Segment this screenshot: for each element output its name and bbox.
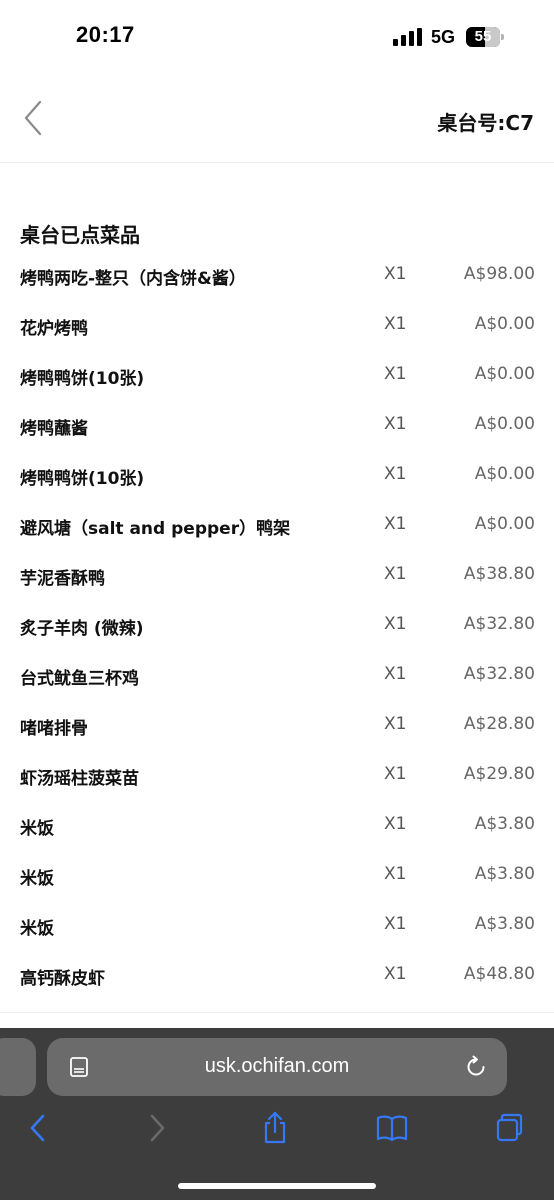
page-header: 桌台号:C7 xyxy=(0,70,554,163)
item-quantity: X1 xyxy=(384,864,407,884)
chevron-left-icon xyxy=(30,1114,45,1142)
order-row: 啫啫排骨 X1 A$28.80 xyxy=(0,700,554,750)
url-text: usk.ochifan.com xyxy=(204,1055,350,1077)
order-row: 烤鸭两吃-整只（内含饼&酱） X1 A$98.00 xyxy=(0,250,554,300)
order-row: 避风塘（salt and pepper）鸭架 X1 A$0.00 xyxy=(0,500,554,550)
order-row: 烤鸭鸭饼(10张) X1 A$0.00 xyxy=(0,450,554,500)
item-quantity: X1 xyxy=(384,914,407,934)
item-name: 烤鸭鸭饼(10张) xyxy=(20,469,145,489)
order-row: 米饭 X1 A$3.80 xyxy=(0,900,554,950)
item-price: A$3.80 xyxy=(474,864,535,884)
order-row: 炙子羊肉 (微辣) X1 A$32.80 xyxy=(0,600,554,650)
previous-tab-preview[interactable] xyxy=(0,1038,36,1096)
order-row: 高钙酥皮虾 X1 A$48.80 xyxy=(0,950,554,1000)
item-name: 台式鱿鱼三杯鸡 xyxy=(20,669,139,689)
order-row: 芋泥香酥鸭 X1 A$38.80 xyxy=(0,550,554,600)
item-price: A$98.00 xyxy=(463,264,535,284)
item-name: 米饭 xyxy=(20,919,54,939)
item-quantity: X1 xyxy=(384,964,407,984)
order-row: 虾汤瑶柱菠菜苗 X1 A$29.80 xyxy=(0,750,554,800)
item-price: A$0.00 xyxy=(474,464,535,484)
item-name: 烤鸭两吃-整只（内含饼&酱） xyxy=(20,269,246,289)
item-name: 高钙酥皮虾 xyxy=(20,969,105,989)
item-quantity: X1 xyxy=(384,264,407,284)
home-indicator[interactable] xyxy=(178,1183,376,1189)
item-quantity: X1 xyxy=(384,664,407,684)
item-price: A$3.80 xyxy=(474,914,535,934)
item-quantity: X1 xyxy=(384,614,407,634)
content-divider xyxy=(0,1012,554,1013)
share-icon xyxy=(264,1111,286,1144)
item-name: 烤鸭蘸酱 xyxy=(20,419,88,439)
item-name: 米饭 xyxy=(20,819,54,839)
address-bar[interactable]: usk.ochifan.com xyxy=(47,1038,507,1096)
item-quantity: X1 xyxy=(384,364,407,384)
item-name: 啫啫排骨 xyxy=(20,719,88,739)
item-quantity: X1 xyxy=(384,414,407,434)
item-quantity: X1 xyxy=(384,814,407,834)
signal-icon xyxy=(393,28,422,46)
item-name: 虾汤瑶柱菠菜苗 xyxy=(20,769,139,789)
chevron-right-icon xyxy=(150,1114,165,1142)
order-row: 米饭 X1 A$3.80 xyxy=(0,800,554,850)
network-type: 5G xyxy=(431,27,456,47)
item-price: A$48.80 xyxy=(463,964,535,984)
item-price: A$0.00 xyxy=(474,514,535,534)
tabs-button[interactable] xyxy=(490,1108,530,1148)
item-price: A$28.80 xyxy=(463,714,535,734)
order-row: 台式鱿鱼三杯鸡 X1 A$32.80 xyxy=(0,650,554,700)
tabs-icon xyxy=(496,1113,523,1142)
item-price: A$0.00 xyxy=(474,364,535,384)
item-name: 米饭 xyxy=(20,869,54,889)
item-quantity: X1 xyxy=(384,464,407,484)
back-button[interactable] xyxy=(18,98,52,138)
item-price: A$32.80 xyxy=(463,614,535,634)
section-title: 桌台已点菜品 xyxy=(20,223,140,247)
chevron-left-icon xyxy=(24,100,42,136)
item-name: 烤鸭鸭饼(10张) xyxy=(20,369,145,389)
item-name: 芋泥香酥鸭 xyxy=(20,569,105,589)
item-quantity: X1 xyxy=(384,714,407,734)
share-button[interactable] xyxy=(255,1108,295,1148)
reload-icon[interactable] xyxy=(463,1054,489,1080)
item-quantity: X1 xyxy=(384,514,407,534)
browser-bar: usk.ochifan.com xyxy=(0,1028,554,1200)
bookmarks-button[interactable] xyxy=(372,1108,412,1148)
battery-text: 55 xyxy=(474,28,492,45)
status-bar: 20:17 5G 55 xyxy=(0,0,554,70)
nav-back-button[interactable] xyxy=(18,1108,58,1148)
order-row: 米饭 X1 A$3.80 xyxy=(0,850,554,900)
item-price: A$32.80 xyxy=(463,664,535,684)
battery-icon: 55 xyxy=(466,27,504,47)
item-price: A$29.80 xyxy=(463,764,535,784)
table-number: 桌台号:C7 xyxy=(437,111,534,135)
item-name: 炙子羊肉 (微辣) xyxy=(20,619,144,639)
item-quantity: X1 xyxy=(384,764,407,784)
item-price: A$0.00 xyxy=(474,414,535,434)
book-icon xyxy=(376,1115,408,1142)
status-time: 20:17 xyxy=(76,22,135,47)
item-price: A$38.80 xyxy=(463,564,535,584)
order-list: 烤鸭两吃-整只（内含饼&酱） X1 A$98.00 花炉烤鸭 X1 A$0.00… xyxy=(0,250,554,1000)
item-name: 花炉烤鸭 xyxy=(20,319,88,339)
order-row: 烤鸭鸭饼(10张) X1 A$0.00 xyxy=(0,350,554,400)
item-price: A$3.80 xyxy=(474,814,535,834)
order-row: 花炉烤鸭 X1 A$0.00 xyxy=(0,300,554,350)
browser-toolbar xyxy=(0,1108,554,1152)
item-quantity: X1 xyxy=(384,314,407,334)
item-price: A$0.00 xyxy=(474,314,535,334)
item-name: 避风塘（salt and pepper）鸭架 xyxy=(20,519,291,539)
nav-forward-button[interactable] xyxy=(137,1108,177,1148)
order-row: 烤鸭蘸酱 X1 A$0.00 xyxy=(0,400,554,450)
item-quantity: X1 xyxy=(384,564,407,584)
